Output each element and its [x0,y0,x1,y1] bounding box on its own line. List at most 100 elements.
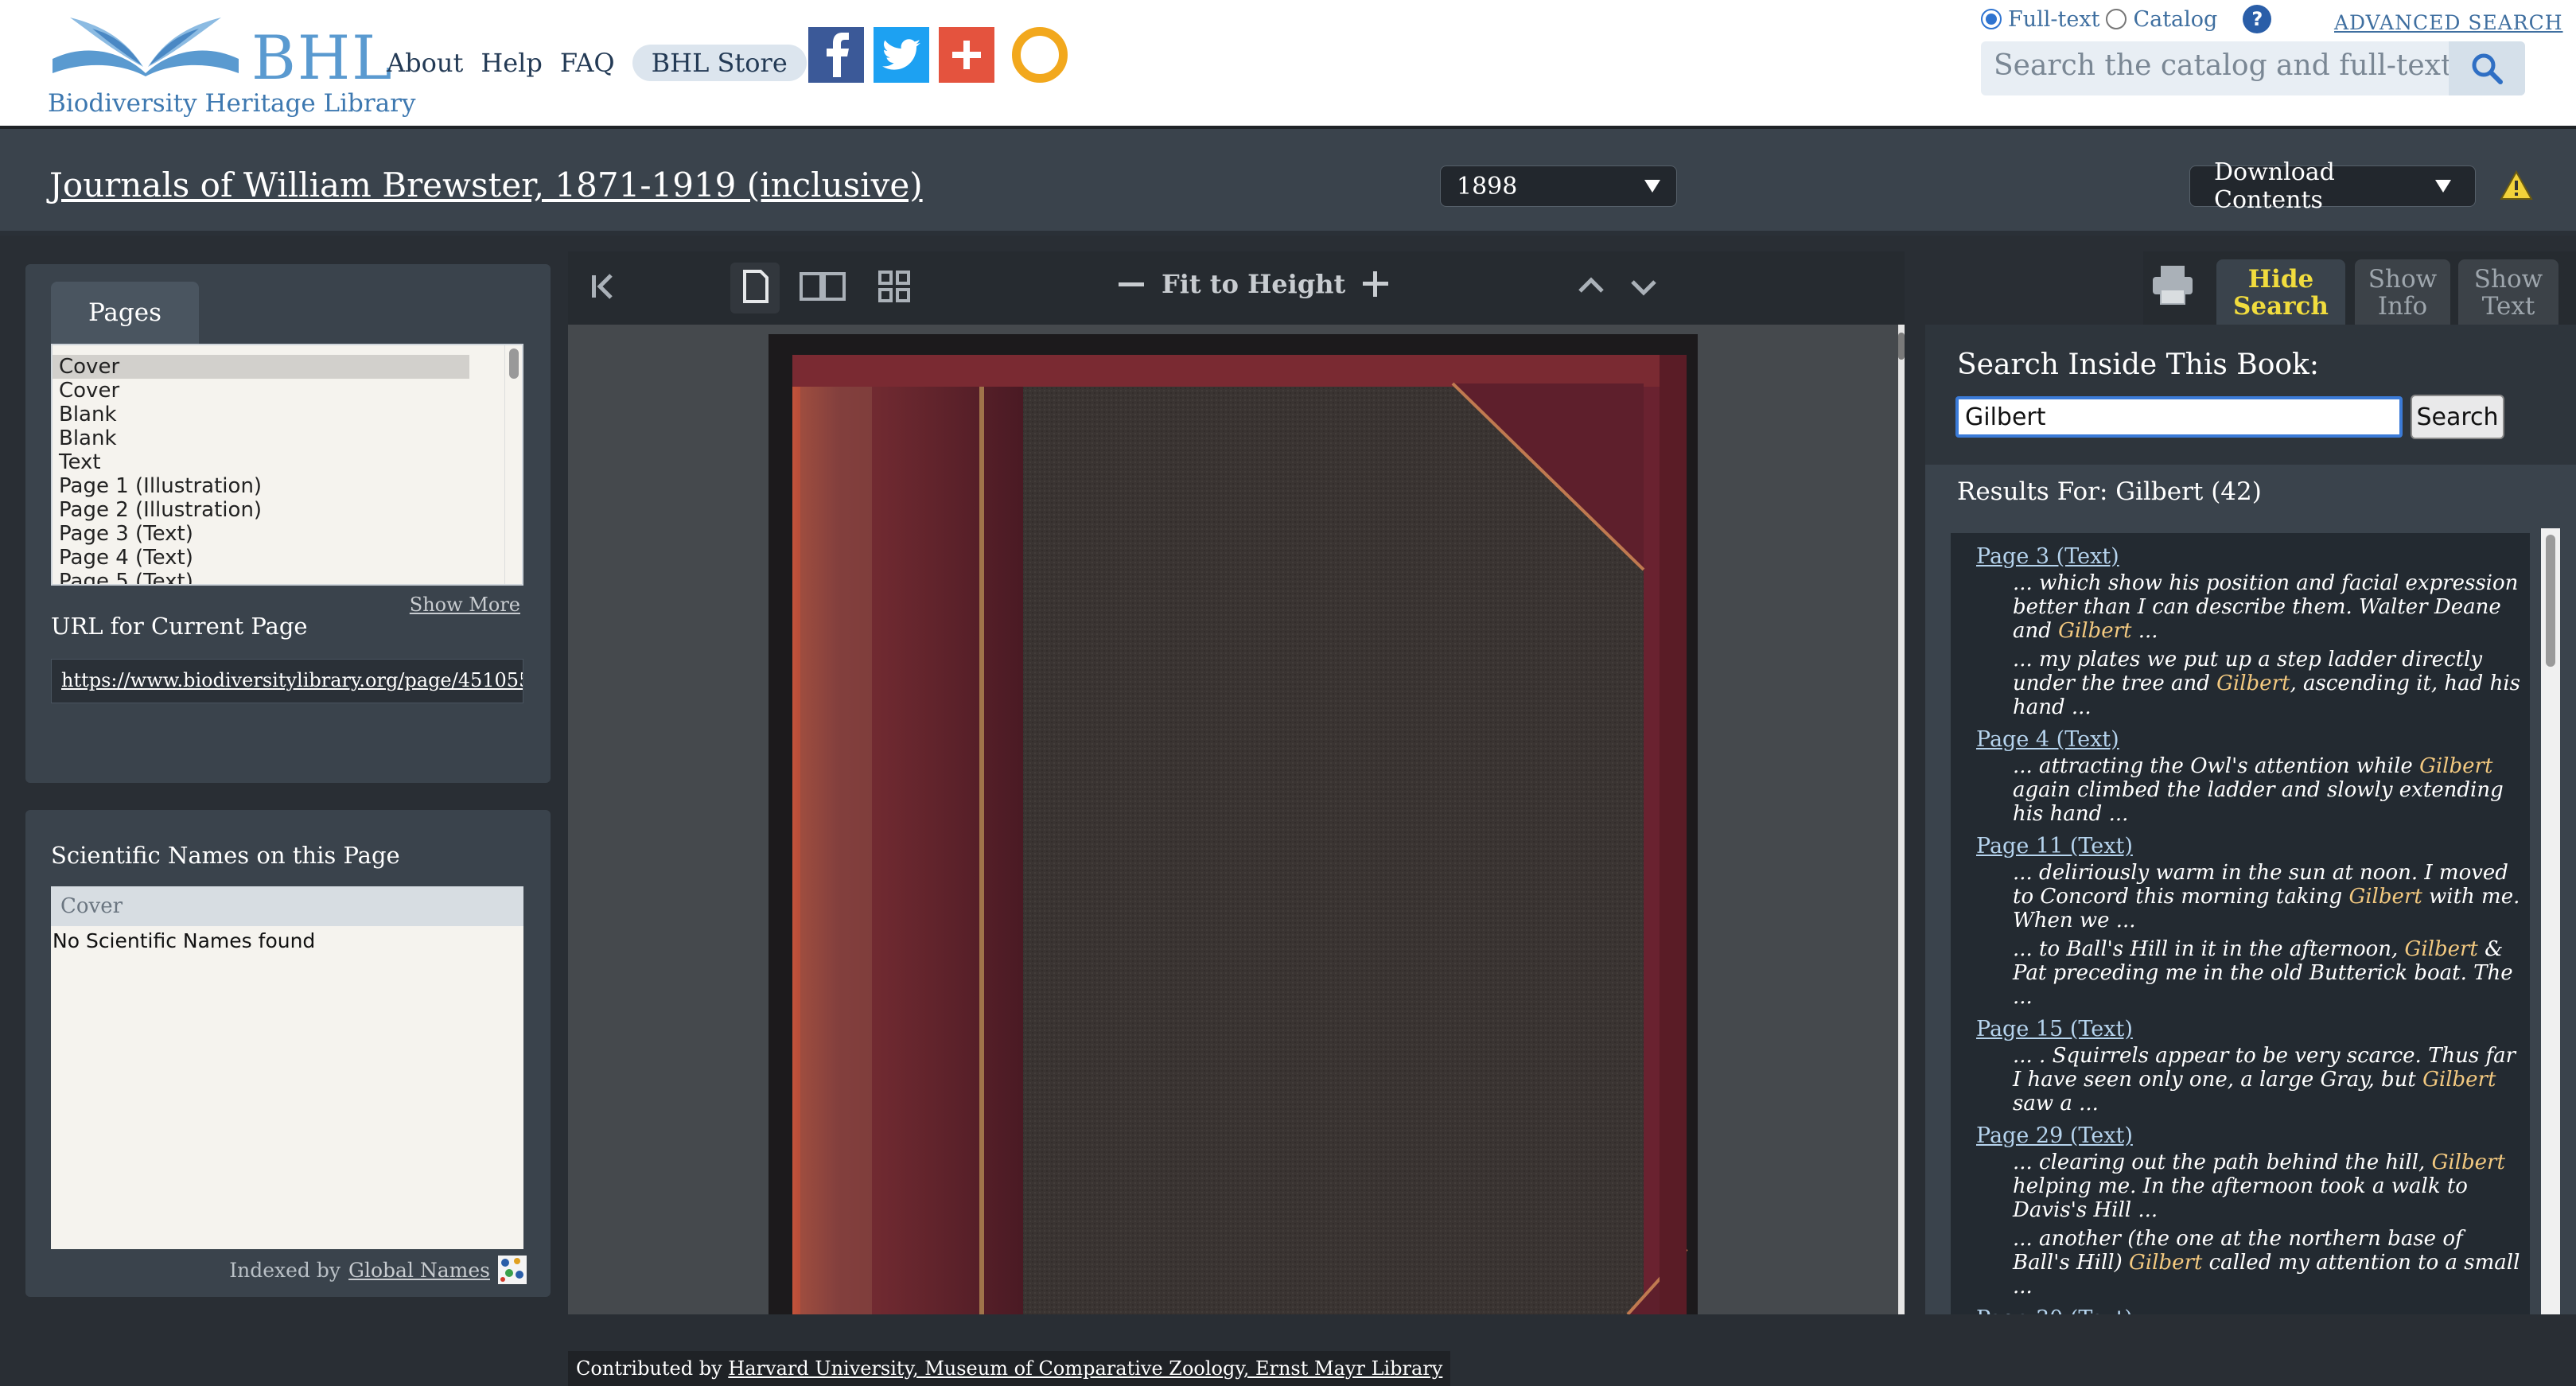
page-list-item[interactable]: Blank [53,403,469,426]
book-viewer: Fit to Height Contributed by Harvard Uni… [568,251,1905,1386]
search-scope: Full-text Catalog ? [1981,5,2272,33]
site-search-box: Search the catalog and full-text [1981,41,2525,95]
nav-help[interactable]: Help [481,48,543,78]
search-inside-button[interactable]: Search [2411,395,2504,439]
nav-about[interactable]: About [387,48,463,78]
previous-page-icon[interactable] [1575,269,1607,304]
snippet-highlight: Gilbert [2431,1150,2505,1174]
nav-faq[interactable]: FAQ [560,48,615,78]
pages-list-scrollbar[interactable] [504,345,522,584]
search-result-snippet[interactable]: ... attracting the Owl's attention while… [1951,753,2530,829]
search-result-snippet[interactable]: ... my plates we put up a step ladder di… [1951,646,2530,722]
search-icon [2472,53,2503,84]
scrollbar-thumb[interactable] [509,348,519,379]
catalog-label[interactable]: Catalog [2133,7,2217,32]
help-icon[interactable]: ? [2243,5,2272,33]
search-result-page-link[interactable]: Page 15 (Text) [1951,1017,2530,1042]
page-list-item[interactable]: Page 1 (Illustration) [53,474,469,498]
grid-view-icon[interactable] [877,269,912,304]
search-result: Page 3 (Text)... which show his position… [1951,544,2530,722]
page-list-item[interactable]: Page 4 (Text) [53,546,469,570]
tab-show-info-line1: Show [2368,265,2438,294]
page-list-item[interactable]: Cover [53,355,469,379]
tab-show-info[interactable]: Show Info [2355,259,2450,325]
search-result-page-link[interactable]: Page 4 (Text) [1951,727,2530,753]
page-canvas[interactable]: Contributed by Harvard University, Museu… [568,325,1905,1386]
tab-show-text[interactable]: Show Text [2458,259,2558,325]
global-names-icon[interactable] [498,1256,527,1284]
search-result: Page 29 (Text)... clearing out the path … [1951,1123,2530,1302]
site-search-button[interactable] [2449,41,2525,95]
page-list-item[interactable]: Text [53,450,469,474]
no-names-message: No Scientific Names found [53,929,316,952]
global-names-link[interactable]: Global Names [348,1259,490,1282]
pages-panel: Pages Cover Cover Blank Blank Text Page … [25,264,551,783]
print-icon[interactable] [2150,263,2196,307]
facebook-icon[interactable] [808,27,864,83]
search-result-page-link[interactable]: Page 29 (Text) [1951,1123,2530,1149]
search-result-snippet[interactable]: ... which show his position and facial e… [1951,570,2530,646]
site-search-input[interactable]: Search the catalog and full-text [1994,49,2452,82]
search-result-page-link[interactable]: Page 30 (Text) [1951,1306,2530,1314]
snippet-text: saw a ... [2013,1092,2099,1115]
ring-icon[interactable] [1012,27,1068,83]
search-result-snippet[interactable]: ... to Ball's Hill in it in the afternoo… [1951,936,2530,1012]
snippet-highlight: Gilbert [2404,937,2478,961]
tab-show-info-line2: Info [2377,292,2428,321]
current-page-url[interactable]: https://www.biodiversitylibrary.org/page… [51,659,523,703]
nav-bhl-store[interactable]: BHL Store [632,45,807,81]
snippet-highlight: Gilbert [2058,619,2132,643]
two-page-view-icon[interactable] [799,269,846,304]
page-list-item[interactable]: Page 5 (Text) [53,570,469,584]
addthis-icon[interactable] [939,27,994,83]
show-more-link[interactable]: Show More [410,594,520,616]
volume-select[interactable]: 1898 [1440,165,1677,207]
book-cover-image [769,334,1698,1314]
warning-icon[interactable] [2500,170,2533,201]
scrollbar-thumb[interactable] [1898,333,1905,360]
search-result-page-link[interactable]: Page 11 (Text) [1951,834,2530,859]
single-page-view-icon[interactable] [741,269,770,304]
indexed-by-prefix: Indexed by [229,1258,341,1282]
scrollbar-thumb[interactable] [2546,535,2555,667]
download-contents-button[interactable]: Download Contents [2189,158,2476,214]
advanced-search-link[interactable]: ADVANCED SEARCH [2334,11,2563,34]
zoom-in-icon[interactable] [1363,271,1389,297]
snippet-text: again climbed the ladder and slowly exte… [2013,778,2504,826]
contributor-link[interactable]: Harvard University, Museum of Comparativ… [728,1357,1442,1380]
zoom-out-icon[interactable] [1119,282,1144,286]
fulltext-label[interactable]: Full-text [2008,7,2099,32]
search-results-list: Page 3 (Text)... which show his position… [1951,533,2530,1314]
fulltext-radio[interactable] [1981,9,2002,29]
scientific-names-label: Scientific Names on this Page [51,842,400,869]
scientific-names-box: Cover No Scientific Names found [51,886,523,1249]
open-book-icon [53,18,239,76]
site-header: BHL Biodiversity Heritage Library About … [0,0,2576,129]
twitter-icon[interactable] [874,27,929,83]
snippet-text: ... attracting the Owl's attention while [2013,754,2420,778]
search-result-snippet[interactable]: ... another (the one at the northern bas… [1951,1225,2530,1302]
book-title[interactable]: Journals of William Brewster, 1871-1919 … [49,165,923,204]
tab-pages[interactable]: Pages [51,282,199,344]
first-page-icon[interactable] [589,269,616,304]
viewer-toolbar: Fit to Height [568,251,1905,325]
bhl-logo[interactable]: BHL Biodiversity Heritage Library [46,11,416,123]
viewer-scrollbar[interactable] [1898,325,1905,1314]
next-page-icon[interactable] [1628,269,1660,304]
search-result-page-link[interactable]: Page 3 (Text) [1951,544,2530,570]
pages-list[interactable]: Cover Cover Blank Blank Text Page 1 (Ill… [51,344,523,586]
page-list-item[interactable]: Blank [53,426,469,450]
page-list-item[interactable]: Cover [53,379,469,403]
page-list-item[interactable]: Page 2 (Illustration) [53,498,469,522]
tab-hide-search[interactable]: Hide Search [2216,259,2345,325]
search-result: Page 11 (Text)... deliriously warm in th… [1951,834,2530,1012]
main-nav: About Help FAQ BHL Store [387,45,807,81]
search-result-snippet[interactable]: ... deliriously warm in the sun at noon.… [1951,859,2530,936]
page-list-item[interactable]: Page 3 (Text) [53,522,469,546]
results-scrollbar[interactable] [2541,528,2560,1314]
fit-to-height-label[interactable]: Fit to Height [1162,269,1345,299]
search-inside-input[interactable] [1955,396,2403,438]
catalog-radio[interactable] [2106,9,2127,29]
search-result-snippet[interactable]: ... clearing out the path behind the hil… [1951,1149,2530,1225]
search-result-snippet[interactable]: ... . Squirrels appear to be very scarce… [1951,1042,2530,1119]
